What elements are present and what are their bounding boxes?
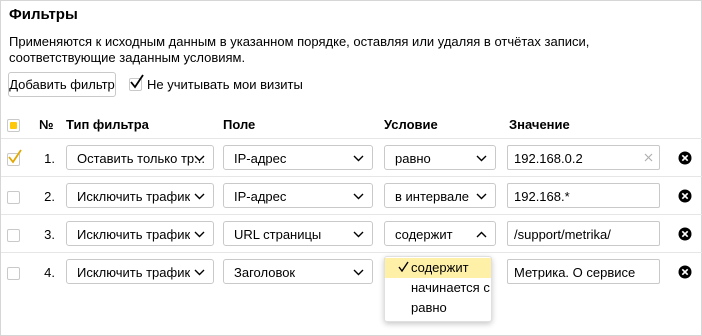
checkmark-icon — [398, 261, 409, 272]
value-text: Метрика. О сервисе — [514, 265, 636, 280]
value-text: 192.168.* — [514, 189, 570, 204]
option-label: начинается с — [411, 280, 490, 295]
row-number: 2. — [44, 189, 55, 204]
filter-type-value: Исключить трафик — [77, 189, 191, 204]
partial-selection-indicator — [10, 122, 17, 129]
row-checkbox[interactable] — [7, 267, 20, 280]
condition-value: равно — [395, 151, 431, 166]
row-checkbox[interactable] — [7, 191, 20, 204]
checkmark-icon — [130, 74, 144, 89]
chevron-down-icon — [476, 155, 487, 162]
chevron-down-icon — [353, 231, 364, 238]
condition-dropdown-menu: содержит начинается с равно — [384, 256, 492, 322]
condition-option-contains[interactable]: содержит — [385, 258, 491, 278]
ignore-my-visits-checkbox[interactable] — [129, 74, 144, 91]
delete-filter-icon[interactable] — [678, 189, 692, 203]
value-text: 192.168.0.2 — [514, 151, 583, 166]
filter-type-value: Исключить трафик — [77, 265, 191, 280]
field-select[interactable]: URL страницы — [223, 221, 373, 246]
filter-row: 1. Оставить только тр... IP-адрес равно … — [1, 138, 702, 177]
value-input[interactable]: /support/metrika/ — [507, 221, 660, 246]
row-number: 4. — [44, 265, 55, 280]
row-number: 3. — [44, 227, 55, 242]
chevron-down-icon — [194, 269, 205, 276]
row-checkbox[interactable] — [7, 149, 22, 166]
field-value: IP-адрес — [234, 189, 287, 204]
filter-type-value: Исключить трафик — [77, 227, 191, 242]
field-value: IP-адрес — [234, 151, 287, 166]
column-header-num: № — [39, 117, 54, 132]
panel-description: Применяются к исходным данным в указанно… — [9, 34, 590, 65]
panel-title: Фильтры — [9, 6, 78, 23]
checkmark-icon — [8, 149, 22, 164]
column-header-filter-type: Тип фильтра — [66, 117, 149, 132]
value-input[interactable]: 192.168.* — [507, 183, 660, 208]
filter-row: 3. Исключить трафик URL страницы содержи… — [1, 214, 702, 253]
chevron-down-icon — [194, 231, 205, 238]
filter-row: 2. Исключить трафик IP-адрес в интервале… — [1, 176, 702, 215]
column-header-condition: Условие — [384, 117, 438, 132]
condition-select-open[interactable]: содержит — [384, 221, 496, 246]
filters-panel: Фильтры Применяются к исходным данным в … — [0, 0, 702, 336]
condition-value: в интервале — [395, 189, 470, 204]
value-input[interactable]: Метрика. О сервисе — [507, 259, 660, 284]
filter-type-select[interactable]: Оставить только тр... — [66, 145, 214, 170]
chevron-down-icon — [353, 269, 364, 276]
chevron-down-icon — [194, 193, 205, 200]
delete-filter-icon[interactable] — [678, 227, 692, 241]
filter-type-select[interactable]: Исключить трафик — [66, 259, 214, 284]
filter-type-value: Оставить только тр... — [77, 151, 205, 166]
field-value: Заголовок — [234, 265, 296, 280]
filter-row: 4. Исключить трафик Заголовок Метрика. О… — [1, 252, 702, 291]
condition-option-equals[interactable]: равно — [385, 298, 491, 318]
filter-type-select[interactable]: Исключить трафик — [66, 183, 214, 208]
chevron-down-icon — [476, 193, 487, 200]
condition-option-starts-with[interactable]: начинается с — [385, 278, 491, 298]
value-input[interactable]: 192.168.0.2 — [507, 145, 660, 170]
condition-value: содержит — [395, 227, 453, 242]
condition-select[interactable]: равно — [384, 145, 496, 170]
chevron-down-icon — [353, 193, 364, 200]
ignore-my-visits-option[interactable]: Не учитывать мои визиты — [129, 74, 303, 92]
filter-type-select[interactable]: Исключить трафик — [66, 221, 214, 246]
delete-filter-icon[interactable] — [678, 151, 692, 165]
delete-filter-icon[interactable] — [678, 265, 692, 279]
column-header-field: Поле — [223, 117, 256, 132]
select-all-checkbox[interactable] — [7, 119, 20, 132]
field-select[interactable]: IP-адрес — [223, 183, 373, 208]
column-header-value: Значение — [509, 117, 570, 132]
add-filter-button[interactable]: Добавить фильтр — [8, 72, 116, 97]
field-value: URL страницы — [234, 227, 322, 242]
field-select[interactable]: IP-адрес — [223, 145, 373, 170]
chevron-down-icon — [353, 155, 364, 162]
value-text: /support/metrika/ — [514, 227, 611, 242]
field-select[interactable]: Заголовок — [223, 259, 373, 284]
option-label: содержит — [411, 260, 469, 275]
chevron-down-icon — [194, 155, 205, 162]
row-number: 1. — [44, 151, 55, 166]
row-checkbox[interactable] — [7, 229, 20, 242]
chevron-up-icon — [476, 231, 487, 238]
ignore-my-visits-label: Не учитывать мои визиты — [147, 77, 303, 92]
clear-icon[interactable] — [644, 153, 653, 162]
option-label: равно — [411, 300, 447, 315]
condition-select[interactable]: в интервале — [384, 183, 496, 208]
